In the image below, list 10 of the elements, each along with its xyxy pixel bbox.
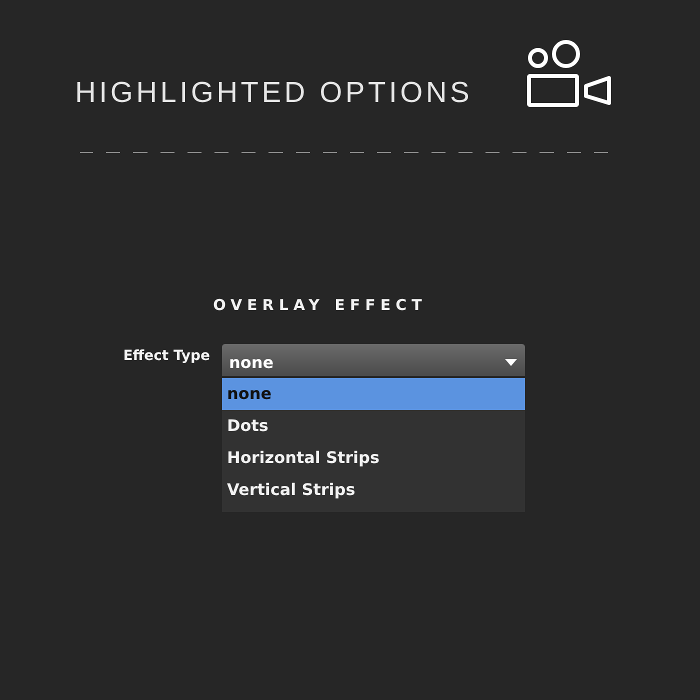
select-field[interactable]: none (222, 344, 525, 376)
dropdown-option[interactable]: Horizontal Strips (222, 442, 525, 474)
dropdown-option[interactable]: none (222, 378, 525, 410)
dropdown-option[interactable]: Dots (222, 410, 525, 442)
field-label: Effect Type (122, 347, 210, 366)
caret-icon (505, 358, 517, 366)
dropdown-option[interactable]: Vertical Strips (222, 474, 525, 506)
page-title: HIGHLIGHTED OPTIONS (75, 77, 473, 110)
section-title: OVERLAY EFFECT (212, 296, 428, 314)
video-camera-icon (526, 40, 612, 108)
